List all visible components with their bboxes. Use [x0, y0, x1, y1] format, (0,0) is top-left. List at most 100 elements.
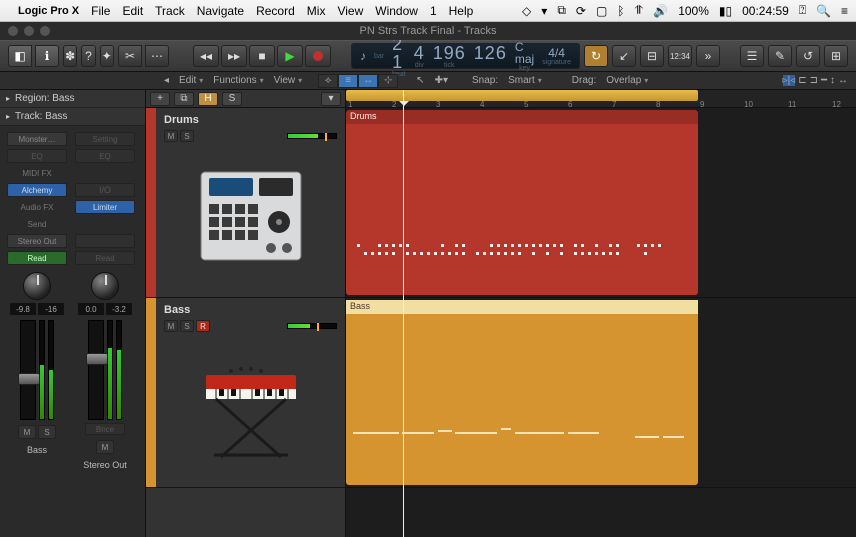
sync-button[interactable]: 12:34 [668, 45, 692, 67]
track-solo[interactable]: S [180, 320, 194, 332]
view-menu[interactable]: View [274, 75, 303, 86]
track-header-bass[interactable]: 3 Bass M S R [146, 298, 345, 488]
close-window-button[interactable] [8, 26, 18, 36]
track-solo[interactable]: S [180, 130, 194, 142]
waveform-zoom[interactable]: ━ [821, 75, 827, 86]
menu-window[interactable]: Window [375, 4, 418, 18]
volume-fader-b[interactable] [88, 320, 104, 420]
pointer-tool[interactable]: ↖ [416, 75, 424, 86]
app-menu[interactable]: Logic Pro X [18, 5, 79, 17]
duplicate-track-button[interactable]: ⧉ [174, 92, 194, 106]
replace-button[interactable]: ↙ [612, 45, 636, 67]
add-track-button[interactable]: + [150, 92, 170, 106]
menu-navigate[interactable]: Navigate [197, 4, 244, 18]
solo-button[interactable]: S [38, 425, 56, 439]
lane-bass[interactable]: Bass [346, 298, 856, 488]
mute-button[interactable]: M [18, 425, 36, 439]
seg-4[interactable]: ⊹ [378, 74, 398, 88]
display-icon[interactable]: ▢ [596, 4, 607, 18]
cloud-icon[interactable]: ◇ [522, 4, 531, 18]
seg-2[interactable]: ≡ [338, 74, 358, 88]
playhead[interactable] [403, 90, 404, 537]
pan-knob[interactable] [23, 272, 51, 300]
toolbox-button[interactable]: ✦ [100, 45, 114, 67]
edit-menu[interactable]: Edit [179, 75, 203, 86]
track-header-drums[interactable]: 1 Drums M S [146, 108, 345, 298]
menu-track[interactable]: Track [155, 4, 185, 18]
track-inspector-header[interactable]: Track: Bass [0, 108, 145, 126]
stop-button[interactable]: ■ [249, 45, 275, 67]
track-mute[interactable]: M [164, 130, 178, 142]
menu-1[interactable]: 1 [430, 4, 437, 18]
region-drums[interactable]: Drums [346, 110, 698, 295]
automation-mode-b[interactable]: Read [75, 251, 135, 265]
io-slot[interactable]: I/O [75, 183, 135, 197]
play-button[interactable]: ▶ [277, 45, 303, 67]
bluetooth-icon[interactable]: ᛒ [617, 4, 624, 18]
hzoom-button[interactable]: ↔ [838, 75, 848, 86]
zoom-button[interactable]: ⊐ [810, 75, 818, 86]
global-tracks-s[interactable]: S [222, 92, 242, 106]
vzoom-button[interactable]: ↕ [830, 75, 835, 86]
autopunch-button[interactable]: ⊟ [640, 45, 664, 67]
zoom-window-button[interactable] [40, 26, 50, 36]
track-name[interactable]: Bass [164, 304, 337, 316]
volume-icon[interactable]: 🔊 [653, 4, 668, 18]
loops-button[interactable]: ↺ [796, 45, 820, 67]
tuner-button[interactable]: » [696, 45, 720, 67]
marquee-tool[interactable]: ✚▾ [435, 75, 448, 86]
wifi-signal-icon[interactable]: ▾ [541, 4, 547, 18]
ruler[interactable]: 123456789101112 [346, 90, 856, 108]
track-record[interactable]: R [196, 320, 210, 332]
tracks-back-button[interactable]: ◂ [164, 75, 169, 86]
rewind-button[interactable]: ◂◂ [193, 45, 219, 67]
track-filter-button[interactable]: ▾ [321, 92, 341, 106]
arrange-area[interactable]: 123456789101112 Drums Bass [346, 90, 856, 537]
sync-icon[interactable]: ⟳ [576, 4, 586, 18]
output-slot-b[interactable] [75, 234, 135, 248]
instrument-slot[interactable]: Alchemy [7, 183, 67, 197]
menu-edit[interactable]: Edit [122, 4, 143, 18]
lane-drums[interactable]: Drums [346, 108, 856, 298]
inspector-button[interactable]: ℹ [35, 45, 59, 67]
forward-button[interactable]: ▸▸ [221, 45, 247, 67]
menu-mix[interactable]: Mix [307, 4, 326, 18]
catch-button[interactable]: ▹|◃ [783, 75, 796, 86]
track-name[interactable]: Drums [164, 114, 337, 126]
link-button[interactable]: ⊏ [798, 75, 806, 86]
snap-dropdown[interactable]: Smart [508, 75, 542, 86]
more-tools-button[interactable]: ⋯ [145, 45, 169, 67]
toolbar-button[interactable]: ✽ [63, 45, 77, 67]
battery-pct[interactable]: 100% [678, 4, 709, 18]
menu-record[interactable]: Record [256, 4, 295, 18]
menubar-clock[interactable]: 00:24:59 [742, 4, 789, 18]
output-slot[interactable]: Stereo Out [7, 234, 67, 248]
lcd-display[interactable]: ♪ bar 2 1beat 4div 196tick 126 C majkey … [351, 43, 580, 69]
dropbox-icon[interactable]: ⧉ [557, 3, 566, 18]
minimize-window-button[interactable] [24, 26, 34, 36]
cycle-button[interactable]: ↻ [584, 45, 608, 67]
limiter-slot[interactable]: Limiter [75, 200, 135, 214]
menu-file[interactable]: File [91, 4, 110, 18]
battery-icon[interactable]: ▮▯ [719, 4, 732, 18]
track-mute[interactable]: M [164, 320, 178, 332]
menu-view[interactable]: View [337, 4, 363, 18]
record-button[interactable] [305, 45, 331, 67]
mute-button-b[interactable]: M [96, 440, 114, 454]
bounce-button[interactable]: Bnce [85, 423, 125, 435]
seg-3[interactable]: ↔ [358, 74, 378, 88]
region-bass[interactable]: Bass [346, 300, 698, 485]
browser-button[interactable]: ⊞ [824, 45, 848, 67]
notes-button[interactable]: ✎ [768, 45, 792, 67]
seg-1[interactable]: ⟡ [318, 74, 338, 88]
eq-slot[interactable]: EQ [7, 149, 67, 163]
menu-extra-icon[interactable]: ≡ [841, 4, 848, 18]
pan-knob-b[interactable] [91, 272, 119, 300]
edit-tools-button[interactable]: ✂ [118, 45, 142, 67]
functions-menu[interactable]: Functions [213, 75, 263, 86]
drag-dropdown[interactable]: Overlap [606, 75, 648, 86]
eq-slot-b[interactable]: EQ [75, 149, 135, 163]
list-editors-button[interactable]: ☰ [740, 45, 764, 67]
automation-mode[interactable]: Read [7, 251, 67, 265]
volume-fader[interactable] [20, 320, 36, 420]
